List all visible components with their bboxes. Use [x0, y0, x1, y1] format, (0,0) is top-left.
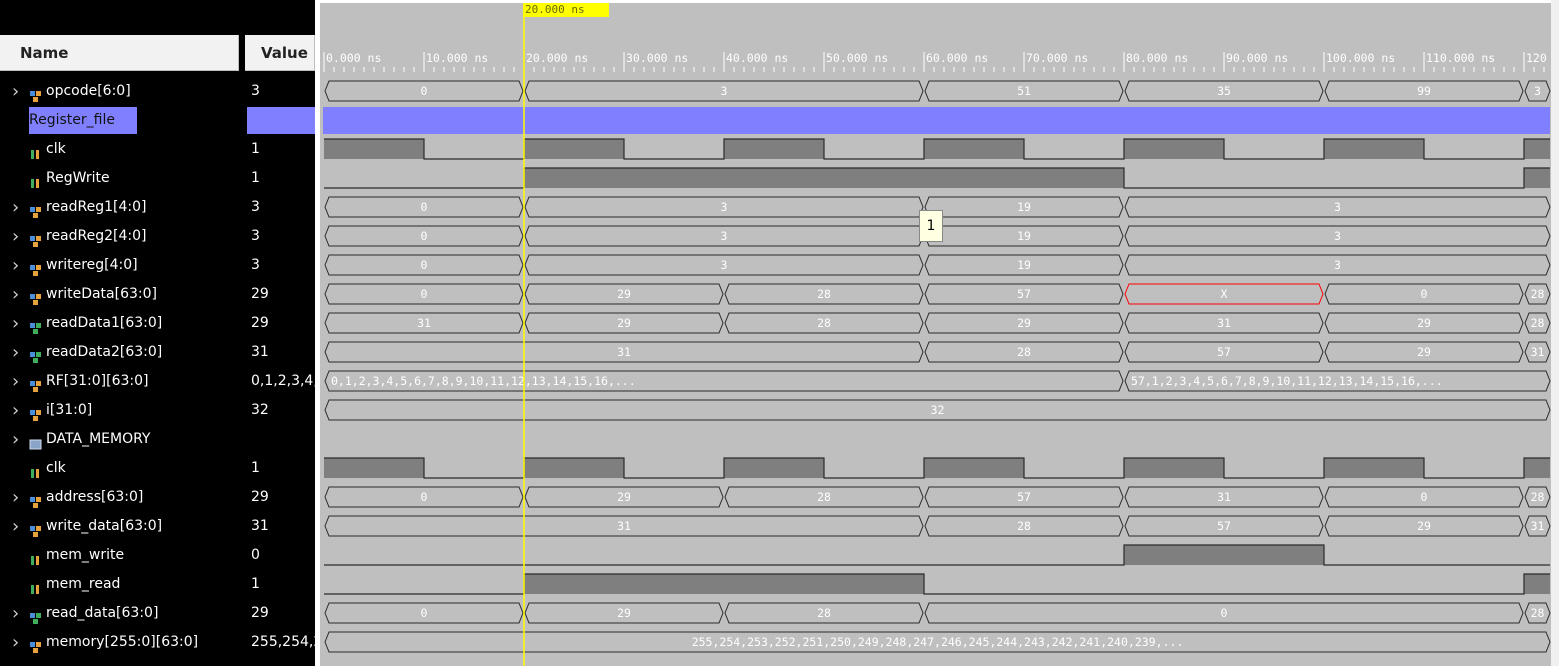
ruler-tick-label: 50.000 ns — [826, 51, 888, 65]
bus-value-label: 3 — [721, 229, 728, 243]
bus-value-label: 3 — [1334, 229, 1341, 243]
ruler-tick-label: 70.000 ns — [1026, 51, 1088, 65]
bus-value-label: 28 — [817, 287, 831, 301]
bus-value-label: 57 — [1217, 519, 1231, 533]
bus-value-label: 28 — [1531, 606, 1545, 620]
bus-value-label: 0 — [421, 258, 428, 272]
ruler-tick-label: 120 — [1526, 51, 1547, 65]
ruler-tick-label: 10.000 ns — [426, 51, 488, 65]
bit-high-region — [1324, 139, 1424, 159]
bus-value-label: 28 — [817, 316, 831, 330]
bit-high-region — [1124, 545, 1324, 565]
bit-trace-mem_read — [324, 573, 1550, 595]
bus-value-label: 0 — [421, 200, 428, 214]
bus-value-label: 0 — [1421, 490, 1428, 504]
bus-value-label: 3 — [1334, 258, 1341, 272]
bus-value-label: 0 — [421, 84, 428, 98]
ruler-tick-label: 80.000 ns — [1126, 51, 1188, 65]
scope-band-register_file — [323, 107, 1550, 134]
ruler-tick-label: 100.000 ns — [1326, 51, 1395, 65]
bus-value-label: 19 — [1017, 200, 1031, 214]
bus-value-label: 0 — [421, 490, 428, 504]
bus-value-label: 29 — [1017, 316, 1031, 330]
cursor-time-label[interactable]: 20.000 ns — [523, 3, 609, 17]
bit-high-region — [324, 458, 424, 478]
bit-high-region — [924, 458, 1024, 478]
bus-value-label: 31 — [1531, 345, 1545, 359]
bit-high-region — [1324, 458, 1424, 478]
bus-value-label: 0 — [1421, 287, 1428, 301]
bit-high-region — [1124, 139, 1224, 159]
bus-value-label: 0 — [421, 229, 428, 243]
bus-value-label: 29 — [1417, 519, 1431, 533]
bus-value-label: 0 — [1221, 606, 1228, 620]
hover-tooltip: 1 — [919, 210, 943, 242]
bus-value-label: 29 — [617, 606, 631, 620]
bus-value-label: 32 — [931, 403, 945, 417]
bit-high-region — [324, 139, 424, 159]
bus-value-label: 0 — [421, 287, 428, 301]
bus-value-label: 3 — [1334, 200, 1341, 214]
bus-value-label: 0 — [421, 606, 428, 620]
bus-value-label: 31 — [417, 316, 431, 330]
bit-high-region — [524, 458, 624, 478]
bus-value-label: 57,1,2,3,4,5,6,7,8,9,10,11,12,13,14,15,1… — [1131, 374, 1443, 388]
vertical-scrollbar[interactable] — [1551, 0, 1559, 666]
bus-value-label: 3 — [721, 258, 728, 272]
bus-value-label: 51 — [1017, 84, 1031, 98]
bus-value-label: 31 — [1217, 490, 1231, 504]
bus-value-label: 29 — [1417, 345, 1431, 359]
bit-high-region — [524, 168, 1124, 188]
bus-value-label: 3 — [721, 200, 728, 214]
bit-high-region — [724, 458, 824, 478]
bus-value-label: 19 — [1017, 229, 1031, 243]
bus-value-label: 28 — [1531, 316, 1545, 330]
bit-high-region — [1524, 458, 1550, 478]
bus-value-label: 255,254,253,252,251,250,249,248,247,246,… — [692, 635, 1184, 649]
bit-high-region — [1124, 458, 1224, 478]
bus-value-label: 57 — [1017, 490, 1031, 504]
ruler-tick-label: 20.000 ns — [526, 51, 588, 65]
bus-value-label: 57 — [1217, 345, 1231, 359]
bus-value-label: 3 — [721, 84, 728, 98]
bus-value-label: X — [1221, 287, 1228, 301]
bus-value-label: 3 — [1534, 84, 1541, 98]
bus-value-label: 29 — [617, 316, 631, 330]
bus-value-label: 31 — [1217, 316, 1231, 330]
bus-value-label: 31 — [1531, 519, 1545, 533]
bus-value-label: 29 — [617, 287, 631, 301]
bus-value-label: 31 — [617, 519, 631, 533]
ruler-tick-label: 90.000 ns — [1226, 51, 1288, 65]
bit-trace-mem_write — [324, 544, 1550, 566]
ruler-tick-label: 110.000 ns — [1426, 51, 1495, 65]
bit-high-region — [1524, 139, 1550, 159]
bit-high-region — [724, 139, 824, 159]
ruler-tick-label: 40.000 ns — [726, 51, 788, 65]
bus-value-label: 19 — [1017, 258, 1031, 272]
bus-value-label: 28 — [1531, 287, 1545, 301]
bus-value-label: 57 — [1017, 287, 1031, 301]
bus-value-label: 28 — [1017, 345, 1031, 359]
bit-high-region — [924, 139, 1024, 159]
bus-value-label: 35 — [1217, 84, 1231, 98]
bus-value-label: 29 — [1417, 316, 1431, 330]
bus-value-label: 28 — [1531, 490, 1545, 504]
bus-value-label: 0,1,2,3,4,5,6,7,8,9,10,11,12,13,14,15,16… — [331, 374, 636, 388]
ruler-tick-label: 30.000 ns — [626, 51, 688, 65]
bit-high-region — [524, 574, 924, 594]
ruler-tick-label: 60.000 ns — [926, 51, 988, 65]
bit-high-region — [1524, 168, 1550, 188]
bus-value-label: 99 — [1417, 84, 1431, 98]
bit-high-region — [1524, 574, 1550, 594]
ruler-tick-label: 0.000 ns — [326, 51, 381, 65]
waveform-canvas[interactable]: 0.000 ns 10.000 ns 20.000 ns 30.000 ns 40.00… — [0, 0, 1559, 666]
bus-value-label: 28 — [817, 490, 831, 504]
bus-value-label: 28 — [817, 606, 831, 620]
bus-value-label: 31 — [617, 345, 631, 359]
bus-value-label: 28 — [1017, 519, 1031, 533]
bus-value-label: 29 — [617, 490, 631, 504]
bit-high-region — [524, 139, 624, 159]
